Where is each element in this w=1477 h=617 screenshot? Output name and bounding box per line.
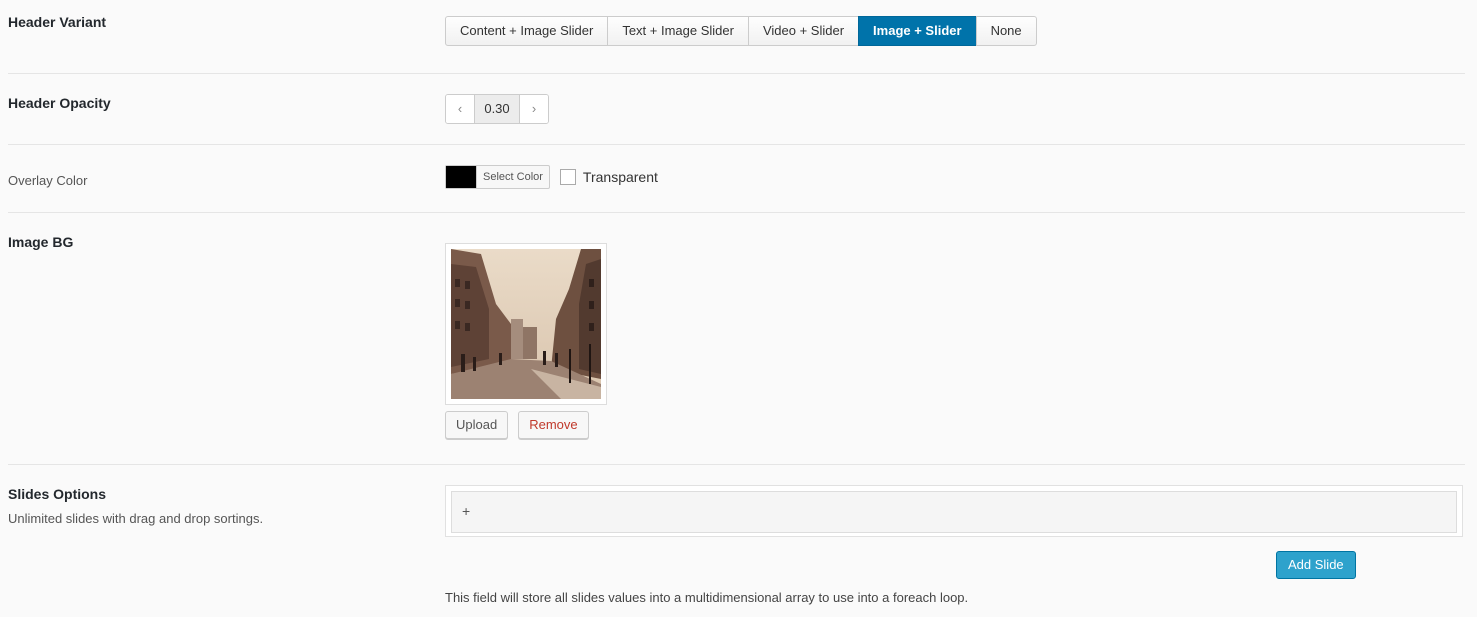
overlay-color-label: Overlay Color [8,173,88,188]
header-variant-option-video-slider[interactable]: Video + Slider [747,16,860,46]
select-color-button[interactable]: Select Color [445,165,550,189]
header-variant-option-none[interactable]: None [975,16,1037,46]
header-variant-option-image-slider[interactable]: Image + Slider [858,16,977,46]
remove-button[interactable]: Remove [518,411,589,439]
header-variant-label: Header Variant [8,14,107,30]
chevron-left-icon[interactable]: ‹ [446,95,474,123]
header-opacity-row: Header Opacity ‹ 0.30 › [8,74,1465,145]
image-preview [445,243,607,405]
transparent-checkbox[interactable] [559,169,576,185]
slides-note: This field will store all slides values … [445,590,969,605]
image-bg-label: Image BG [8,234,74,250]
slides-list: + [445,485,1463,537]
upload-button[interactable]: Upload [445,411,509,439]
slides-options-label: Slides Options [8,486,107,502]
color-swatch [446,166,476,188]
header-variant-row: Header Variant Content + Image Slider Tex… [8,0,1465,74]
slides-list-field: + [445,485,1463,537]
header-variant-option-text-image-slider[interactable]: Text + Image Slider [607,16,749,46]
image-bg-field: Upload Remove [445,243,607,439]
header-variant-option-content-image-slider[interactable]: Content + Image Slider [445,16,609,46]
image-bg-row: Image BG Upload Remove [8,213,1465,465]
opacity-value[interactable]: 0.30 [474,95,520,123]
chevron-right-icon[interactable]: › [520,95,548,123]
overlay-color-field: Select Color Transparent [445,165,658,189]
slides-options-description: Unlimited slides with drag and drop sort… [8,511,264,526]
overlay-color-row: Overlay Color Select Color Transparent [8,145,1465,213]
add-slide-button[interactable]: Add Slide [1276,551,1356,579]
street-photo-image [451,249,601,399]
select-color-label: Select Color [476,166,549,188]
plus-icon[interactable]: + [462,503,470,519]
opacity-stepper: ‹ 0.30 › [445,94,549,124]
header-opacity-field: ‹ 0.30 › [445,94,549,124]
header-variant-button-group: Content + Image Slider Text + Image Slide… [445,16,1037,46]
header-variant-field: Content + Image Slider Text + Image Slide… [445,16,1037,46]
header-opacity-label: Header Opacity [8,95,111,111]
transparent-label: Transparent [582,169,658,185]
slide-item[interactable]: + [451,491,1457,533]
